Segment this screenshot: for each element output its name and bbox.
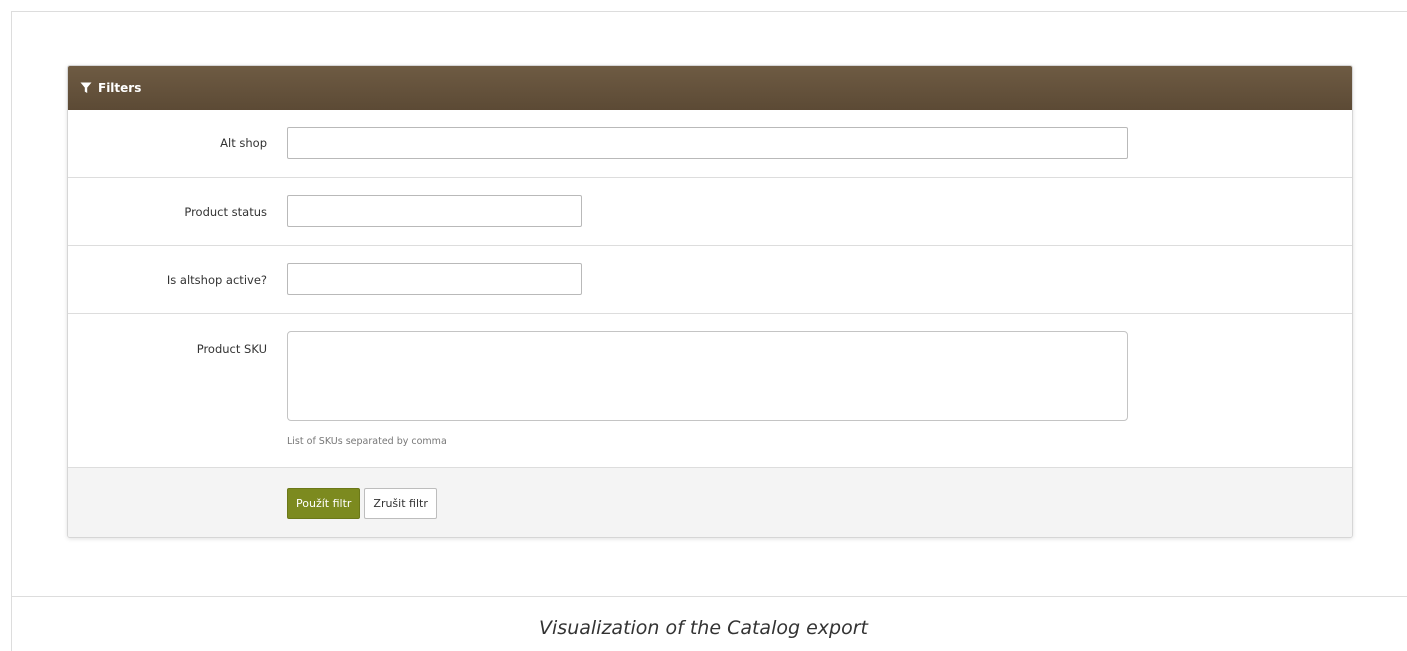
filter-row-altshop-active: Is altshop active? <box>68 246 1352 314</box>
product-sku-hint: List of SKUs separated by comma <box>287 436 447 447</box>
filters-panel: Filters Alt shop Product status Is altsh… <box>67 65 1353 538</box>
panel-footer: Použít filtr Zrušit filtr <box>68 468 1352 537</box>
product-status-input[interactable] <box>287 195 582 227</box>
altshop-active-input[interactable] <box>287 263 582 295</box>
filter-row-alt-shop: Alt shop <box>68 110 1352 178</box>
filter-row-product-sku: Product SKU List of SKUs separated by co… <box>68 314 1352 468</box>
product-sku-label: Product SKU <box>196 342 267 356</box>
cancel-filter-button[interactable]: Zrušit filtr <box>364 488 437 519</box>
divider <box>11 596 1407 597</box>
panel-title: Filters <box>98 81 142 95</box>
product-status-label: Product status <box>184 205 267 219</box>
panel-header: Filters <box>68 66 1352 110</box>
figure-caption: Visualization of the Catalog export <box>539 617 868 639</box>
alt-shop-input[interactable] <box>287 127 1128 159</box>
filter-row-product-status: Product status <box>68 178 1352 246</box>
apply-filter-button[interactable]: Použít filtr <box>287 488 361 519</box>
alt-shop-label: Alt shop <box>220 136 267 150</box>
filter-icon <box>80 82 92 94</box>
altshop-active-label: Is altshop active? <box>166 273 267 287</box>
product-sku-textarea[interactable] <box>287 331 1128 421</box>
